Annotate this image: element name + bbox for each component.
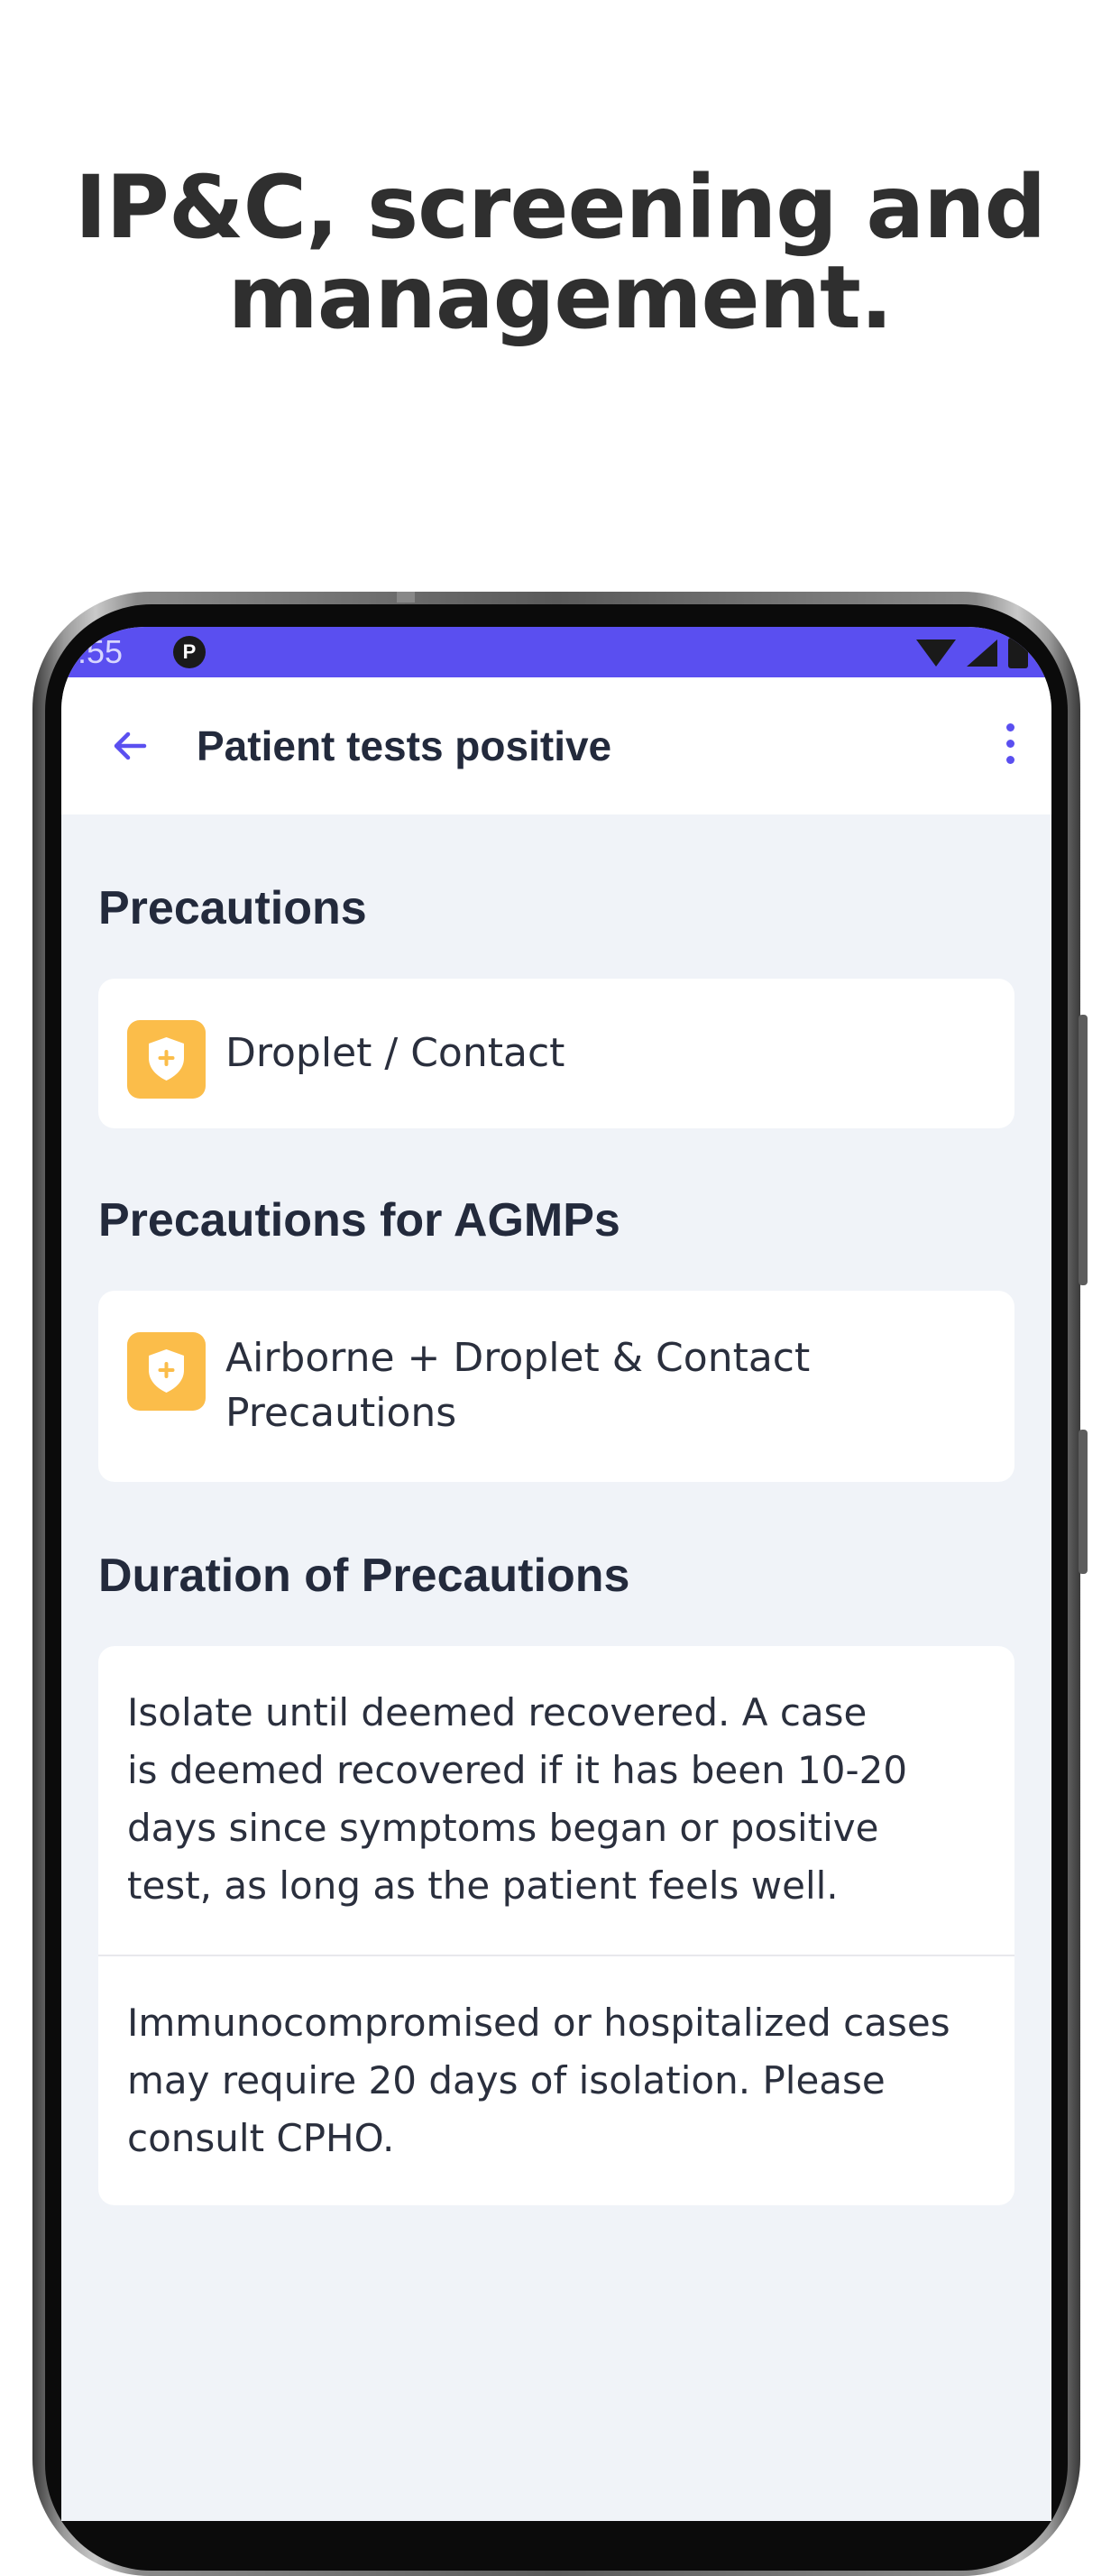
text-line: Immunocompromised or hospitalized cases (127, 2001, 950, 2045)
status-time: :55 (78, 633, 124, 670)
recovery-paragraph: Isolate until deemed recovered. A case i… (127, 1684, 993, 1915)
phone-screen: :55 P Patient tests positive Precautions… (61, 627, 1051, 2521)
precautions-badge (127, 1020, 206, 1099)
divider (98, 1955, 1014, 1956)
precautions-card: Droplet / Contact (98, 979, 1014, 1128)
marketing-headline: IP&C, screening and management. (0, 162, 1120, 343)
text-line: Isolate until deemed recovered. A case (127, 1690, 868, 1734)
agmp-line-2: Precautions (225, 1390, 457, 1436)
precautions-heading: Precautions (98, 882, 367, 934)
headline-line-2: management. (227, 247, 894, 348)
precaution-type: Droplet / Contact (225, 1030, 565, 1076)
agmp-line-1: Airborne + Droplet & Contact (225, 1335, 811, 1381)
agmp-card: Airborne + Droplet & Contact Precautions (98, 1291, 1014, 1482)
duration-heading: Duration of Precautions (98, 1550, 630, 1602)
phone-side-button (1079, 1015, 1088, 1285)
status-bar: :55 P (61, 627, 1051, 677)
page-title: Patient tests positive (197, 722, 612, 769)
phone-side-button (1079, 1430, 1088, 1574)
headline-line-1: IP&C, screening and (74, 157, 1046, 258)
phone-frame-detail (397, 592, 415, 603)
app-notification-icon: P (173, 636, 206, 668)
shield-plus-icon (149, 1037, 184, 1081)
agmp-heading: Precautions for AGMPs (98, 1194, 620, 1247)
text-line: is deemed recovered if it has been 10-20 (127, 1748, 908, 1792)
immunocompromised-paragraph: Immunocompromised or hospitalized cases … (127, 1994, 993, 2167)
agmp-badge (127, 1332, 206, 1411)
shield-plus-icon (149, 1349, 184, 1393)
text-line: consult CPHO. (127, 2116, 395, 2160)
text-line: days since symptoms began or positive (127, 1806, 879, 1850)
signal-battery-icons (916, 638, 1028, 668)
arrow-left-icon[interactable] (106, 722, 153, 769)
text-line: may require 20 days of isolation. Please (127, 2058, 886, 2102)
agmp-precaution-text: Airborne + Droplet & Contact Precautions (225, 1330, 810, 1440)
more-vert-icon[interactable] (994, 715, 1026, 780)
duration-card: Isolate until deemed recovered. A case i… (98, 1646, 1014, 2205)
text-line: test, as long as the patient feels well. (127, 1863, 839, 1908)
app-bar: Patient tests positive (61, 677, 1051, 814)
